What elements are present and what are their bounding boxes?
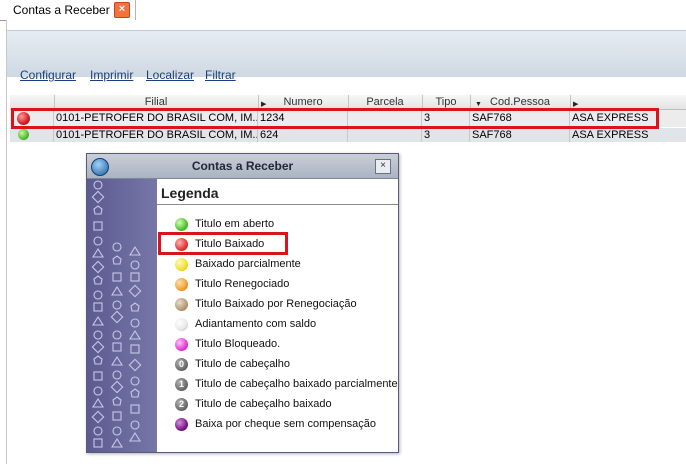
dialog-title-bar[interactable]: Contas a Receber ×: [87, 154, 398, 179]
shapes-pattern-icon: [91, 180, 142, 448]
cell-nome: ASA EXPRESS: [572, 129, 649, 141]
dialog-close-button[interactable]: ×: [375, 159, 391, 174]
column-header-filial[interactable]: Filial: [54, 95, 259, 109]
legend-label: Titulo Bloqueado.: [195, 338, 281, 350]
column-header-nome[interactable]: ▶: [570, 95, 686, 109]
green-status-icon: [175, 218, 188, 231]
legend-dialog: Contas a Receber × Legenda Titulo em abe…: [86, 153, 399, 453]
legend-label: Adiantamento com saldo: [195, 318, 317, 330]
legend-label: Titulo Renegociado: [195, 278, 290, 290]
dialog-title: Contas a Receber: [191, 159, 294, 173]
column-header-cod-pessoa-label: Cod.Pessoa: [490, 96, 550, 108]
legend-heading: Legenda: [161, 185, 219, 201]
legend-label: Titulo Baixado por Renegociação: [195, 298, 357, 310]
cell-cod-pessoa: SAF768: [470, 128, 570, 142]
tab-bar: Contas a Receber ×: [0, 0, 686, 21]
status-cell: [10, 128, 54, 142]
localizar-link[interactable]: Localizar: [146, 68, 194, 82]
row-highlight-frame: [11, 108, 659, 129]
legend-highlight-frame: [158, 232, 288, 255]
column-header-parcela[interactable]: Parcela: [348, 95, 423, 109]
imprimir-link[interactable]: Imprimir: [90, 68, 133, 82]
column-header-tipo[interactable]: Tipo: [422, 95, 471, 109]
legend-label: Titulo de cabeçalho baixado parcialmente: [195, 378, 398, 390]
purple-status-icon: [175, 418, 188, 431]
column-header-numero-label: Numero: [283, 96, 323, 108]
legend-label: Titulo de cabeçalho: [195, 358, 290, 370]
cell-filial: 0101-PETROFER DO BRASIL COM, IM...: [56, 128, 258, 142]
white-status-icon: [175, 318, 188, 331]
legend-label: Titulo de cabeçalho baixado: [195, 398, 332, 410]
brown-status-icon: [175, 298, 188, 311]
cell-tipo: 3: [422, 128, 470, 142]
pink-status-icon: [175, 338, 188, 351]
table-row[interactable]: 0101-PETROFER DO BRASIL COM, IM... 624 3…: [10, 128, 686, 142]
configurar-link[interactable]: Configurar: [20, 68, 76, 82]
orange-status-icon: [175, 278, 188, 291]
decorative-sidebar: [87, 179, 157, 452]
legend-panel: Legenda Titulo em aberto Titulo Baixado …: [157, 179, 398, 452]
status-column-header[interactable]: [10, 95, 55, 109]
column-header-numero[interactable]: ▶ Numero: [258, 95, 349, 109]
column-header-cod-pessoa[interactable]: ▼ Cod.Pessoa: [470, 95, 571, 109]
legend-label: Baixa por cheque sem compensação: [195, 418, 376, 430]
tab-contas-a-receber[interactable]: Contas a Receber ×: [0, 0, 136, 20]
legend-label: Baixado parcialmente: [195, 258, 301, 270]
cell-parcela: [348, 128, 422, 142]
divider: [157, 204, 398, 205]
yellow-status-icon: [175, 258, 188, 271]
cell-numero: 624: [258, 128, 348, 142]
gray-one-icon: 1: [175, 378, 188, 391]
gray-two-icon: 2: [175, 398, 188, 411]
tab-label: Contas a Receber: [13, 3, 110, 17]
close-icon[interactable]: ×: [114, 2, 130, 18]
status-green-icon: [18, 129, 29, 140]
legend-label: Titulo em aberto: [195, 218, 275, 230]
filtrar-link[interactable]: Filtrar: [205, 68, 236, 82]
gray-zero-icon: 0: [175, 358, 188, 371]
